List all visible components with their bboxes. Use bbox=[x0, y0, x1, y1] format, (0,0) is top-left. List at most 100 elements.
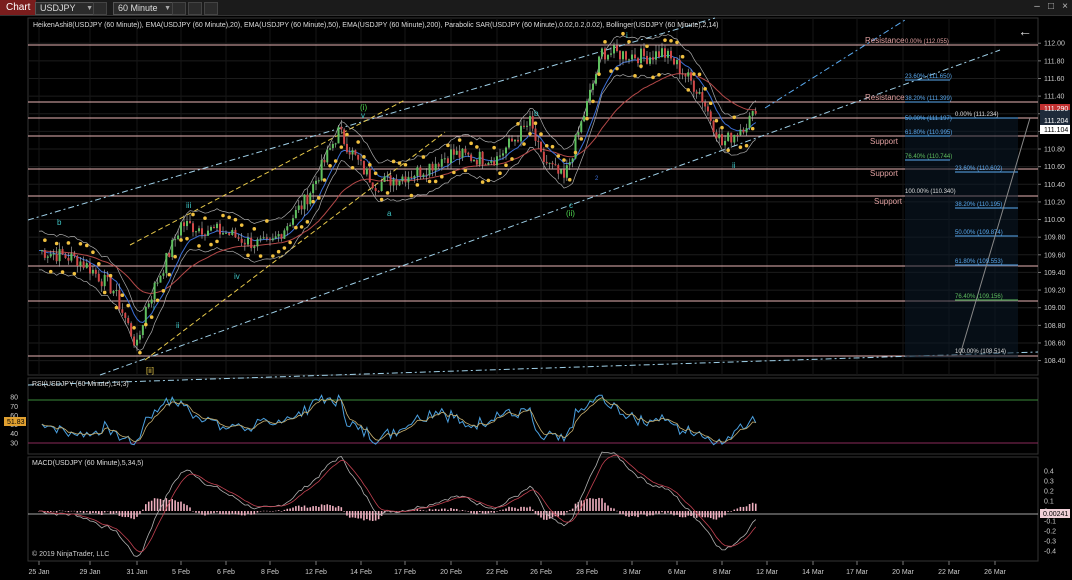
drawing-tools-button[interactable] bbox=[172, 2, 186, 15]
candle-body bbox=[592, 83, 594, 90]
x-tick-label: 12 Feb bbox=[305, 569, 327, 576]
macd-bar bbox=[473, 511, 475, 514]
indicators-button[interactable] bbox=[188, 2, 202, 15]
candle-body bbox=[189, 221, 191, 224]
time-axis[interactable]: 25 Jan 29 Jan 31 Jan 5 Feb 6 Feb 8 Feb 12 Feb 1… bbox=[28, 561, 1007, 576]
candle-body bbox=[548, 162, 551, 164]
candle-body bbox=[195, 231, 197, 233]
macd-bar bbox=[61, 510, 64, 512]
macd-bar bbox=[297, 505, 300, 511]
macd-bar bbox=[106, 511, 109, 512]
macd-bar bbox=[478, 511, 481, 513]
macd-bar bbox=[306, 507, 309, 511]
sar-dot bbox=[585, 116, 589, 121]
minimize-icon[interactable]: – bbox=[1030, 1, 1044, 13]
macd-bar bbox=[348, 511, 351, 518]
candle-body bbox=[517, 139, 519, 142]
macd-bar bbox=[98, 511, 100, 515]
candle-body bbox=[684, 74, 687, 77]
candle-body bbox=[631, 54, 633, 60]
macd-bar bbox=[655, 511, 657, 514]
candle-body bbox=[724, 140, 727, 146]
macd-bar bbox=[667, 511, 669, 513]
sar-dot bbox=[179, 238, 183, 242]
macd-bar bbox=[136, 511, 138, 517]
candle-body bbox=[177, 235, 180, 240]
templates-button[interactable] bbox=[204, 2, 218, 15]
candle-body bbox=[681, 73, 684, 75]
sar-dot bbox=[446, 143, 450, 148]
macd-bar bbox=[598, 497, 600, 511]
macd-bar bbox=[357, 511, 359, 519]
sar-dot bbox=[692, 72, 696, 76]
candle-body bbox=[231, 229, 234, 235]
price-tick: 112.00 bbox=[1038, 41, 1065, 48]
candle-body bbox=[147, 303, 150, 307]
sar-dot bbox=[197, 244, 201, 248]
candle-body bbox=[742, 129, 745, 133]
sar-dot bbox=[155, 298, 160, 303]
candle-body bbox=[91, 269, 94, 274]
close-icon[interactable]: × bbox=[1058, 1, 1072, 13]
candle-body bbox=[464, 148, 467, 153]
candle-body bbox=[121, 309, 124, 313]
tick-label: 109.80 bbox=[1044, 235, 1066, 242]
candle-body bbox=[563, 169, 565, 178]
price-tick: 110.20 bbox=[1038, 199, 1065, 206]
sar-dot bbox=[227, 215, 231, 220]
candle-body bbox=[637, 58, 639, 64]
candle-body bbox=[312, 184, 315, 194]
macd-bar bbox=[76, 511, 79, 513]
tick-label: 108.80 bbox=[1044, 323, 1066, 330]
chart-area[interactable]: HeikenAshi8(USDJPY (60 Minute)), EMA(USD… bbox=[0, 16, 1072, 580]
price-axis[interactable]: 112.00111.80111.60111.40111.20111.00110.… bbox=[1038, 41, 1066, 365]
macd-bar bbox=[517, 508, 519, 511]
macd-bar bbox=[225, 511, 227, 515]
macd-bar bbox=[186, 505, 188, 511]
macd-bar bbox=[601, 498, 603, 511]
macd-panel bbox=[27, 456, 1039, 562]
macd-bar bbox=[687, 511, 690, 516]
macd-bar bbox=[124, 511, 127, 518]
candle-body bbox=[577, 132, 580, 135]
candle-body bbox=[473, 160, 475, 162]
sar-dot bbox=[345, 132, 349, 137]
macd-bar bbox=[557, 511, 560, 517]
wave-label: i bbox=[153, 303, 155, 312]
macd-bar bbox=[49, 511, 52, 512]
candle-body bbox=[586, 100, 588, 117]
candle-body bbox=[144, 306, 147, 326]
macd-tick-label: -0.2 bbox=[1044, 529, 1056, 536]
candle-body bbox=[380, 181, 383, 191]
candle-body bbox=[542, 151, 545, 162]
candle-body bbox=[598, 56, 600, 75]
maximize-icon[interactable]: □ bbox=[1044, 1, 1058, 13]
sar-dot bbox=[403, 162, 408, 167]
macd-bar bbox=[531, 509, 534, 511]
bar-type-button[interactable] bbox=[93, 2, 107, 15]
macd-bar bbox=[673, 511, 675, 516]
candle-body bbox=[616, 45, 618, 51]
timeframe-select[interactable]: 60 Minute ▼ bbox=[113, 2, 175, 15]
candle-body bbox=[484, 164, 487, 166]
x-tick-label: 3 Mar bbox=[623, 569, 642, 576]
arrow-left-icon[interactable]: ← bbox=[1018, 23, 1032, 39]
sar-dot bbox=[421, 155, 426, 159]
candle-body bbox=[162, 273, 165, 276]
candle-body bbox=[557, 165, 560, 174]
candle-body bbox=[269, 238, 271, 241]
macd-bar bbox=[210, 511, 212, 514]
macd-bar bbox=[89, 511, 91, 514]
sar-dot bbox=[78, 242, 83, 246]
sar-dot bbox=[562, 158, 566, 162]
candle-body bbox=[46, 256, 49, 258]
macd-bar bbox=[183, 503, 185, 511]
tick-label: 110.20 bbox=[1044, 199, 1065, 206]
candle-body bbox=[192, 223, 194, 233]
chart-tab[interactable]: Chart bbox=[0, 0, 37, 15]
candle-body bbox=[109, 277, 112, 294]
price-tag: 111.204 bbox=[1044, 118, 1068, 125]
candle-body bbox=[695, 91, 698, 94]
x-tick-label: 20 Mar bbox=[892, 569, 914, 576]
instrument-select[interactable]: USDJPY ▼ bbox=[35, 2, 97, 15]
